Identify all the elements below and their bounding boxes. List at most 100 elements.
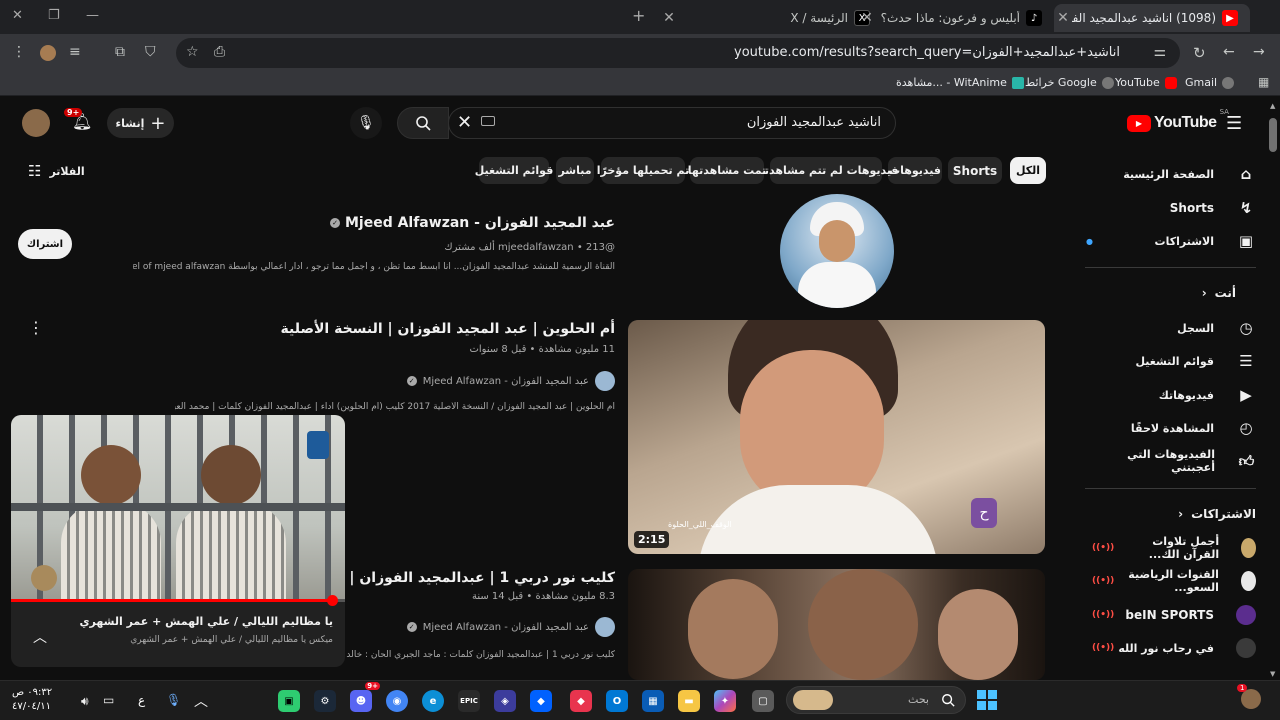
voice-search-button[interactable]: 🎙︎: [350, 107, 382, 139]
create-button[interactable]: إنشاء +: [107, 108, 174, 138]
clock[interactable]: ٠٩:٣٢ ص ٤٧/٠٤/١١: [12, 686, 52, 714]
forward-icon[interactable]: ←: [1223, 44, 1235, 60]
edge-icon[interactable]: e: [422, 690, 444, 712]
bookmark-star-icon[interactable]: ☆: [186, 44, 199, 60]
restore-window-icon[interactable]: ❐: [48, 8, 60, 23]
menu-dots-icon[interactable]: ⋮: [12, 44, 26, 60]
site-settings-icon[interactable]: ⚌: [1153, 44, 1166, 60]
chip-shorts[interactable]: Shorts: [948, 157, 1002, 184]
profile-avatar[interactable]: [40, 45, 56, 61]
progress-knob[interactable]: [327, 595, 338, 606]
filters-button[interactable]: الفلاتر ☷: [28, 162, 85, 180]
keyboard-icon[interactable]: [481, 116, 495, 126]
tab-x[interactable]: X الرئيسة / X ✕: [660, 4, 882, 32]
miniplayer-video[interactable]: [11, 415, 345, 606]
sidebar-channel[interactable]: في رحاب نور الله ((•)): [1086, 632, 1256, 664]
youtube-logo[interactable]: ▶ YouTube SA: [1127, 108, 1229, 132]
more-actions-icon[interactable]: ⋮: [28, 318, 44, 337]
input-language[interactable]: ع: [138, 693, 145, 707]
app-icon[interactable]: ◈: [494, 690, 516, 712]
channel-name[interactable]: عبد المجيد الفوزان - Mjeed Alfawzan ✓: [330, 215, 615, 231]
page-scrollbar[interactable]: ▲ ▼: [1266, 96, 1280, 680]
miniplayer[interactable]: يا مظاليم الليالي / علي الهمش + عمر الشه…: [11, 415, 345, 667]
bookmark-youtube[interactable]: YouTube: [1115, 76, 1177, 89]
sidebar-item-watch-later[interactable]: ◴ المشاهدة لاحقًا: [1086, 412, 1256, 444]
chip-live[interactable]: مباشر: [556, 157, 594, 184]
sidebar-item-playlists[interactable]: ☰ قوائم التشغيل: [1086, 345, 1256, 377]
copilot-icon[interactable]: ✦: [714, 690, 736, 712]
dropbox-icon[interactable]: ◆: [530, 690, 552, 712]
chip-watched[interactable]: تمت مشاهدتها: [688, 157, 766, 184]
sidebar-item-shorts[interactable]: ↯ Shorts: [1086, 192, 1256, 224]
minimize-window-icon[interactable]: —: [86, 8, 99, 23]
outlook-icon[interactable]: O: [606, 690, 628, 712]
video-title[interactable]: كليب نور دربي 1 | عبدالمجيد الفوزان | HD: [321, 570, 615, 586]
chip-playlists[interactable]: قوائم التشغيل: [475, 157, 553, 184]
tab-tiktok[interactable]: ♪ أبليس و فرعون: ماذا حدث؟ | TikTok ✕: [858, 4, 1054, 32]
app-icon[interactable]: ▢: [752, 690, 774, 712]
file-explorer-icon[interactable]: ▬: [678, 690, 700, 712]
channel-avatar[interactable]: [780, 194, 894, 308]
notifications-bell-icon[interactable]: 🔔︎ 9+: [64, 108, 92, 131]
steam-icon[interactable]: ⚙: [314, 690, 336, 712]
video-channel[interactable]: عبد المجيد الفوزان - Mjeed Alfawzan ✓: [406, 617, 615, 637]
reading-list-icon[interactable]: ≡: [69, 44, 81, 60]
subscribe-button[interactable]: اشتراك: [18, 229, 72, 259]
all-bookmarks-icon[interactable]: ▦: [1258, 75, 1269, 89]
miniplayer-title[interactable]: يا مظاليم الليالي / علي الهمش + عمر الشه…: [79, 615, 333, 628]
windows-start-icon[interactable]: [977, 690, 997, 710]
volume-icon[interactable]: 🔊︎: [81, 694, 89, 709]
video-thumbnail[interactable]: [628, 569, 1045, 680]
sidebar-item-subscriptions[interactable]: ▣ الاشتراكات ●: [1086, 225, 1256, 257]
install-app-icon[interactable]: ⎙: [214, 44, 225, 60]
notifications-center-icon[interactable]: 1: [1237, 684, 1261, 709]
sidebar-item-home[interactable]: ⌂ الصفحة الرئيسية: [1086, 158, 1256, 190]
scroll-down-icon[interactable]: ▼: [1270, 670, 1275, 678]
account-avatar[interactable]: [22, 109, 50, 137]
close-tab-icon[interactable]: ✕: [660, 10, 678, 26]
tab-youtube[interactable]: ▶ (1098) اناشيد عبدالمجيد الفوزان - ✕: [1054, 4, 1250, 32]
show-hidden-icons-icon[interactable]: ︿: [194, 691, 208, 711]
video-channel[interactable]: عبد المجيد الفوزان - Mjeed Alfawzan ✓: [406, 371, 615, 391]
close-window-icon[interactable]: ✕: [12, 8, 23, 23]
new-tab-icon[interactable]: +: [632, 6, 645, 25]
display-icon[interactable]: ▭: [103, 693, 114, 707]
chip-all[interactable]: الكل: [1010, 157, 1046, 184]
sidebar-channel[interactable]: beIN SPORTS ((•)): [1086, 599, 1256, 631]
expand-chevron-icon[interactable]: ︿: [33, 627, 47, 647]
close-tab-icon[interactable]: ✕: [858, 10, 876, 26]
sidebar-channel[interactable]: أجمل تلاوات القرآن الك... ((•)): [1086, 532, 1256, 564]
address-bar[interactable]: ☆ ⎙ youtube.com/results?search_query=انا…: [176, 38, 1180, 68]
app-icon[interactable]: ▣: [278, 690, 300, 712]
sidebar-subscriptions-header[interactable]: الاشتراكات ‹: [1178, 507, 1256, 521]
chip-recently-uploaded[interactable]: تم تحميلها مؤخرًا: [597, 157, 689, 184]
shield-icon[interactable]: ⛉: [145, 44, 156, 60]
sidebar-item-liked-videos[interactable]: 👍︎ الفيديوهات التي أعجبتني: [1086, 445, 1256, 477]
bookmark-google-maps[interactable]: خرائط Google: [1025, 76, 1114, 89]
chrome-icon[interactable]: ◉: [386, 690, 408, 712]
sidebar-item-history[interactable]: ◷ السجل: [1086, 312, 1256, 344]
extensions-icon[interactable]: ⧉: [115, 44, 125, 60]
store-icon[interactable]: ▦: [642, 690, 664, 712]
sidebar-channel[interactable]: القنوات الرياضية السعو... ((•)): [1086, 565, 1256, 597]
microphone-icon[interactable]: 🎙︎: [166, 693, 181, 707]
search-button[interactable]: [397, 107, 449, 139]
progress-track[interactable]: [11, 595, 345, 606]
video-thumbnail[interactable]: ح الوقف_اللي_الحلوة 2:15: [628, 320, 1045, 554]
scroll-up-icon[interactable]: ▲: [1270, 102, 1275, 110]
scrollbar-thumb[interactable]: [1269, 118, 1277, 152]
back-icon[interactable]: →: [1253, 44, 1265, 60]
taskbar-search[interactable]: بحث: [786, 686, 966, 714]
sidebar-item-your-videos[interactable]: ▶ فيديوهاتك: [1086, 379, 1256, 411]
app-icon[interactable]: ◆: [570, 690, 592, 712]
reload-icon[interactable]: ↻: [1193, 44, 1206, 62]
epic-games-icon[interactable]: EPIC: [458, 690, 480, 712]
video-title[interactable]: أم الحلوين | عبد المجيد الفوزان | النسخة…: [281, 321, 615, 337]
chip-unwatched[interactable]: فيديوهات لم تتم مشاهدتها: [754, 157, 899, 184]
search-input[interactable]: ✕ اناشيد عبدالمجيد الفوزان: [448, 107, 896, 139]
close-tab-icon[interactable]: ✕: [1054, 10, 1072, 26]
bookmark-gmail[interactable]: Gmail: [1185, 76, 1235, 89]
clear-search-icon[interactable]: ✕: [457, 112, 472, 133]
discord-icon[interactable]: ☻ 9+: [350, 682, 380, 712]
url-text[interactable]: youtube.com/results?search_query=اناشيد+…: [734, 45, 1120, 60]
